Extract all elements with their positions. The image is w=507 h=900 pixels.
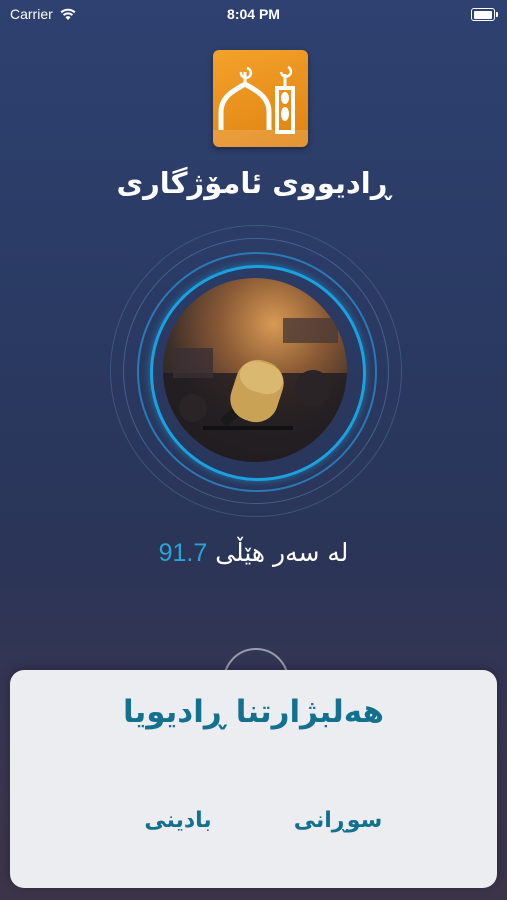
option-badini-button[interactable]: بادینی xyxy=(118,808,238,833)
battery-icon xyxy=(471,8,498,21)
sheet-title: هەلبژارتنا ڕادیویا xyxy=(122,694,385,730)
radio-selection-sheet: هەلبژارتنا ڕادیویا سوڕانی بادینی xyxy=(10,670,497,888)
status-bar: Carrier 8:04 PM xyxy=(0,0,507,30)
mosque-logo-icon xyxy=(213,50,308,147)
frequency-value: 91.7 xyxy=(158,539,208,567)
option-sorani-button[interactable]: سوڕانی xyxy=(278,808,398,833)
status-time: 8:04 PM xyxy=(227,6,280,22)
microphone-image[interactable] xyxy=(163,278,347,462)
frequency-label: لە سەر هێڵی 91.7 xyxy=(0,538,507,568)
app-title: ڕادیووی ئامۆژگاری xyxy=(116,166,391,200)
frequency-prefix: لە سەر هێڵی xyxy=(215,538,349,567)
